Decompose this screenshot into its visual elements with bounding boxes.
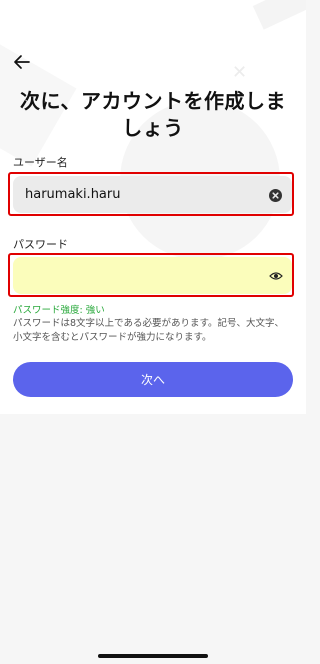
home-indicator [98,654,208,658]
password-strength: パスワード強度: 強い [13,305,105,316]
arrow-left-icon [14,55,30,69]
next-button[interactable]: 次へ [13,362,293,397]
decorative-stripe [252,0,306,30]
username-label: ユーザー名 [13,156,68,169]
password-help-text: パスワードは8文字以上である必要があります。記号、大文字、小文字を含むとパスワー… [13,318,285,343]
username-input[interactable] [13,176,292,213]
clear-circle-icon[interactable] [267,187,283,203]
password-label: パスワード [13,238,68,251]
password-input[interactable] [13,257,292,294]
back-button[interactable] [10,50,34,74]
decorative-cross: ✕ [232,62,248,83]
signup-card: ✕ 次に、アカウントを作成しましょう ユーザー名 パスワード パスワード強度: … [0,0,306,414]
eye-icon[interactable] [268,268,284,284]
page-title: 次に、アカウントを作成しましょう [20,89,286,140]
